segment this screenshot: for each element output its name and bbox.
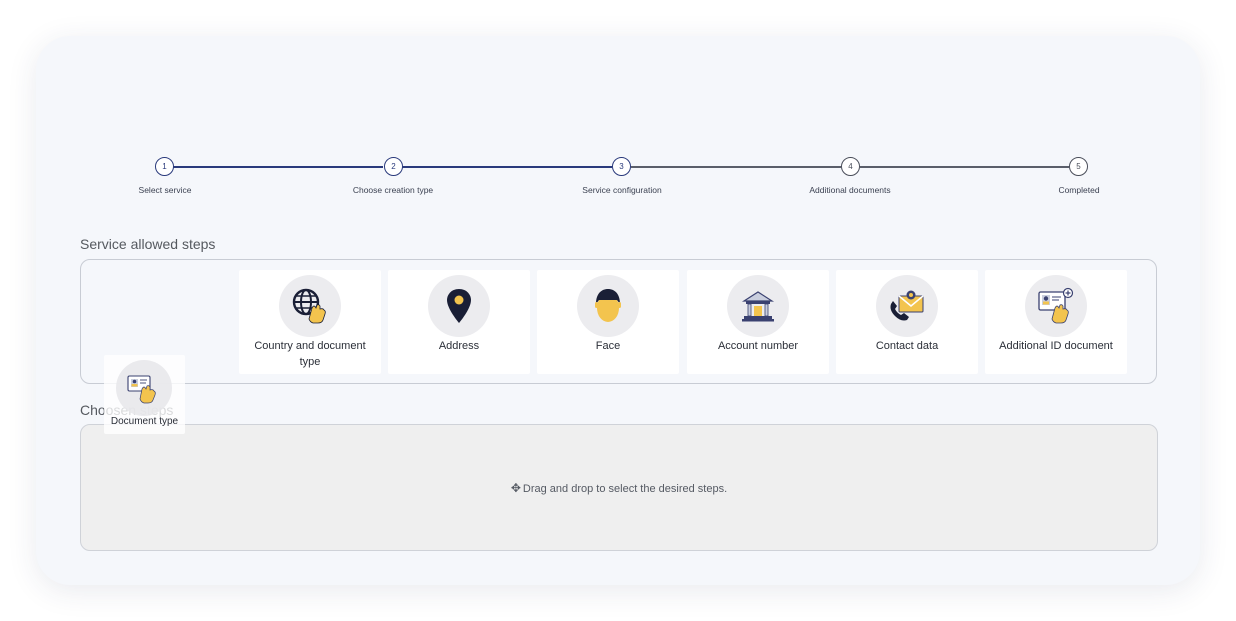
globe-hand-icon [279,275,341,337]
bank-icon [727,275,789,337]
step-4-circle[interactable]: 4 [841,157,860,176]
step-card-label: Country and document type [254,340,366,368]
step-3-label: Service configuration [582,185,662,195]
allowed-steps-title: Service allowed steps [80,236,216,252]
id-card-hand-icon [116,360,172,416]
step-card-label: Account number [717,340,799,352]
face-icon [577,275,639,337]
dropzone-hint-text: Drag and drop to select the desired step… [522,483,728,495]
step-card-label: Additional ID document [999,340,1113,352]
step-2-label: Choose creation type [352,185,434,195]
step-1-label: Select service [138,185,192,195]
step-card-face[interactable]: Face [537,270,679,374]
step-5-circle[interactable]: 5 [1069,157,1088,176]
step-1-circle[interactable]: 1 [155,157,174,176]
phone-envelope-icon [876,275,938,337]
step-card-label: Face [595,340,621,352]
step-card-contact-data[interactable]: Contact data [836,270,978,374]
stepper-connector-2 [402,166,612,168]
step-card-label: Address [438,340,480,352]
id-card-add-icon [1025,275,1087,337]
stepper-connector-4 [860,166,1069,168]
step-card-label: Contact data [875,340,939,352]
dropzone-hint: ✥ Drag and drop to select the desired ste… [81,481,1157,495]
step-3-circle[interactable]: 3 [612,157,631,176]
step-card-account-number[interactable]: Account number [687,270,829,374]
step-5-label: Completed [1058,185,1100,195]
step-card-additional-id[interactable]: Additional ID document [985,270,1127,374]
map-pin-icon [428,275,490,337]
step-card-country-document[interactable]: Country and document type [239,270,381,374]
step-card-address[interactable]: Address [388,270,530,374]
stepper-connector-1 [173,166,383,168]
chosen-steps-dropzone[interactable]: ✥ Drag and drop to select the desired ste… [80,424,1158,551]
dragged-card-document-type[interactable]: Document type [104,355,185,434]
stepper-connector-3 [631,166,841,168]
dragged-card-label: Document type [110,416,179,427]
progress-stepper: 1 2 3 4 5 Select service Choose creation… [0,0,1236,210]
step-4-label: Additional documents [809,185,891,195]
move-icon: ✥ [510,481,521,495]
step-2-circle[interactable]: 2 [384,157,403,176]
